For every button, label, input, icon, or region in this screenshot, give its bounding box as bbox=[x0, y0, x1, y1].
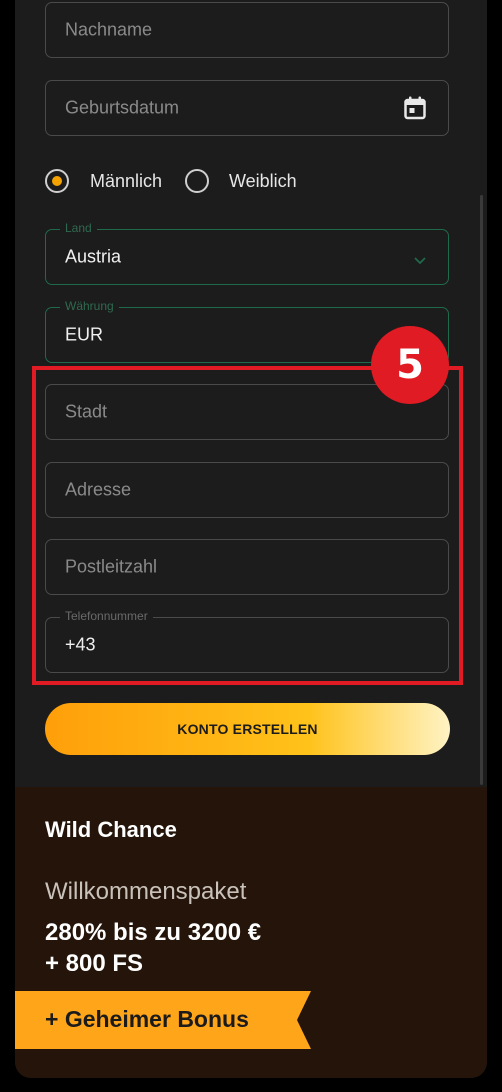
land-label: Land bbox=[60, 221, 97, 235]
calendar-icon[interactable] bbox=[404, 96, 426, 120]
waehrung-label: Währung bbox=[60, 299, 119, 313]
promo-subtitle: Willkommenspaket bbox=[45, 878, 247, 905]
step-number-badge: 5 bbox=[371, 326, 449, 404]
konto-erstellen-button[interactable]: KONTO ERSTELLEN bbox=[45, 703, 450, 755]
scrollbar[interactable] bbox=[480, 195, 483, 785]
radio-weiblich-label[interactable]: Weiblich bbox=[229, 171, 297, 192]
radio-maennlich[interactable] bbox=[45, 169, 69, 193]
secret-bonus-ribbon[interactable]: + Geheimer Bonus bbox=[15, 991, 315, 1049]
promo-banner: Wild Chance Willkommenspaket 280% bis zu… bbox=[15, 787, 487, 1078]
promo-offer-line1: 280% bis zu 3200 € bbox=[45, 919, 262, 946]
ribbon-label: + Geheimer Bonus bbox=[45, 1006, 249, 1032]
registration-panel: Nachname Geburtsdatum Männlich Weiblich … bbox=[15, 0, 487, 1078]
land-value: Austria bbox=[65, 246, 122, 267]
land-select[interactable]: Land Austria bbox=[45, 221, 449, 285]
annotation-highlight-box bbox=[32, 366, 463, 685]
chevron-down-icon[interactable] bbox=[414, 252, 426, 265]
promo-offer-line2: + 800 FS bbox=[45, 950, 144, 977]
waehrung-value: EUR bbox=[65, 324, 104, 345]
radio-weiblich[interactable] bbox=[185, 169, 209, 193]
radio-maennlich-label[interactable]: Männlich bbox=[90, 171, 162, 192]
nachname-placeholder: Nachname bbox=[65, 19, 153, 40]
promo-offer: 280% bis zu 3200 € + 800 FS bbox=[45, 917, 261, 979]
nachname-field[interactable]: Nachname bbox=[45, 2, 449, 58]
promo-brand: Wild Chance bbox=[45, 817, 177, 842]
radio-selected-dot bbox=[52, 176, 62, 186]
geburtsdatum-placeholder: Geburtsdatum bbox=[65, 97, 180, 118]
geburtsdatum-field[interactable]: Geburtsdatum bbox=[45, 80, 449, 136]
